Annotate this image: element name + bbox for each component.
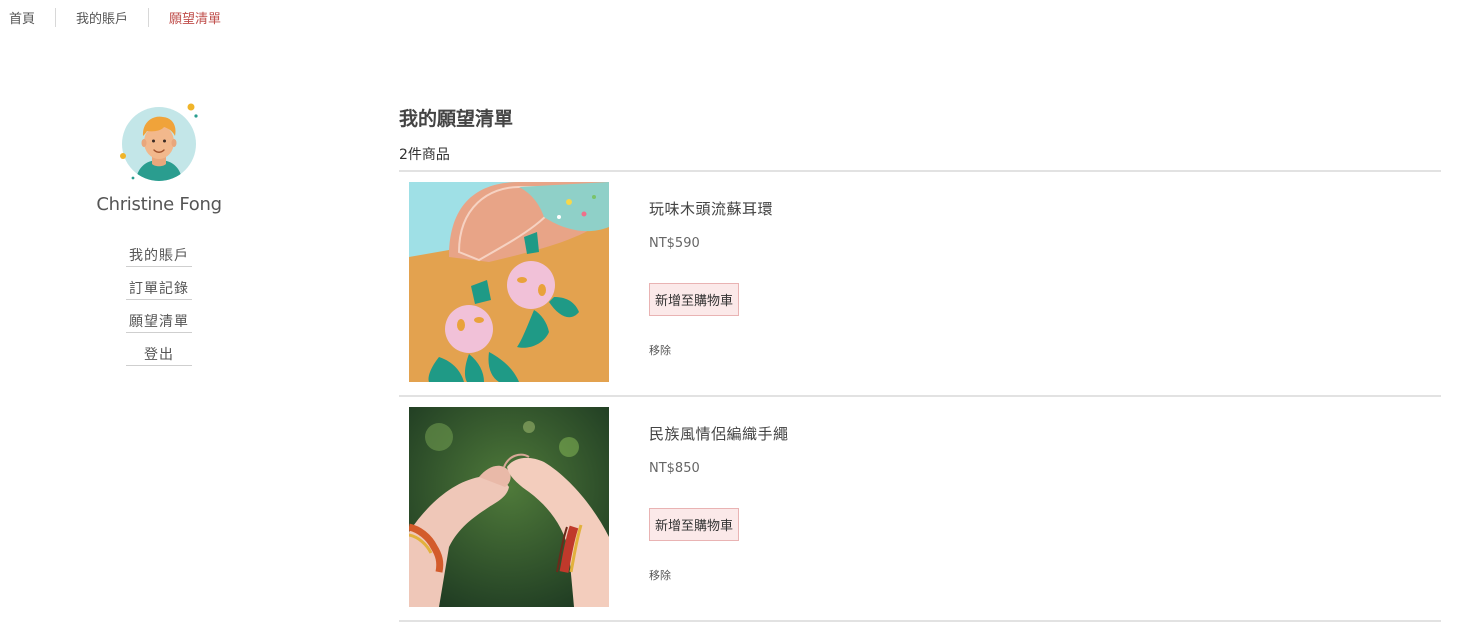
menu-logout[interactable]: 登出	[126, 342, 192, 366]
product-price: NT$590	[649, 236, 700, 251]
product-price: NT$850	[649, 461, 700, 476]
item-count: 2件商品	[399, 147, 450, 163]
avatar-illustration	[120, 103, 198, 181]
product-info: 民族風情侶編織手繩 NT$850 新增至購物車 移除	[649, 424, 789, 583]
remove-link[interactable]: 移除	[649, 344, 773, 358]
menu-my-account[interactable]: 我的賬戶	[126, 243, 192, 267]
breadcrumb-divider	[55, 8, 57, 27]
breadcrumb-divider	[148, 8, 150, 27]
remove-link[interactable]: 移除	[649, 569, 789, 583]
page-title: 我的願望清單	[399, 108, 514, 130]
breadcrumb-my-account[interactable]: 我的賬戶	[76, 8, 128, 27]
add-to-cart-button[interactable]: 新增至購物車	[649, 508, 740, 541]
product-image-bracelet[interactable]	[409, 407, 609, 607]
menu-order-history[interactable]: 訂單記錄	[126, 276, 192, 300]
product-name[interactable]: 玩味木頭流蘇耳環	[649, 199, 773, 219]
wishlist-item: 玩味木頭流蘇耳環 NT$590 新增至購物車 移除	[399, 172, 1441, 397]
product-image-earrings[interactable]	[409, 182, 609, 382]
account-menu: 我的賬戶 訂單記錄 願望清單 登出	[126, 243, 192, 375]
wishlist-list: 玩味木頭流蘇耳環 NT$590 新增至購物車 移除 民族風情侶編織手繩 NT$8…	[399, 170, 1441, 622]
account-sidebar: Christine Fong 我的賬戶 訂單記錄 願望清單 登出	[96, 100, 222, 375]
add-to-cart-button[interactable]: 新增至購物車	[649, 283, 740, 316]
wishlist-main: 我的願望清單 2件商品 玩味木頭流蘇耳環 NT$590 新增至購物車 移除 民族…	[399, 106, 1441, 622]
user-name: Christine Fong	[96, 194, 222, 215]
menu-wishlist[interactable]: 願望清單	[126, 309, 192, 333]
product-info: 玩味木頭流蘇耳環 NT$590 新增至購物車 移除	[649, 199, 773, 358]
breadcrumb: 首頁 我的賬戶 願望清單	[9, 8, 221, 27]
breadcrumb-wishlist[interactable]: 願望清單	[169, 8, 221, 27]
product-name[interactable]: 民族風情侶編織手繩	[649, 424, 789, 444]
wishlist-item: 民族風情侶編織手繩 NT$850 新增至購物車 移除	[399, 397, 1441, 622]
avatar	[117, 100, 201, 184]
breadcrumb-home[interactable]: 首頁	[9, 8, 35, 27]
